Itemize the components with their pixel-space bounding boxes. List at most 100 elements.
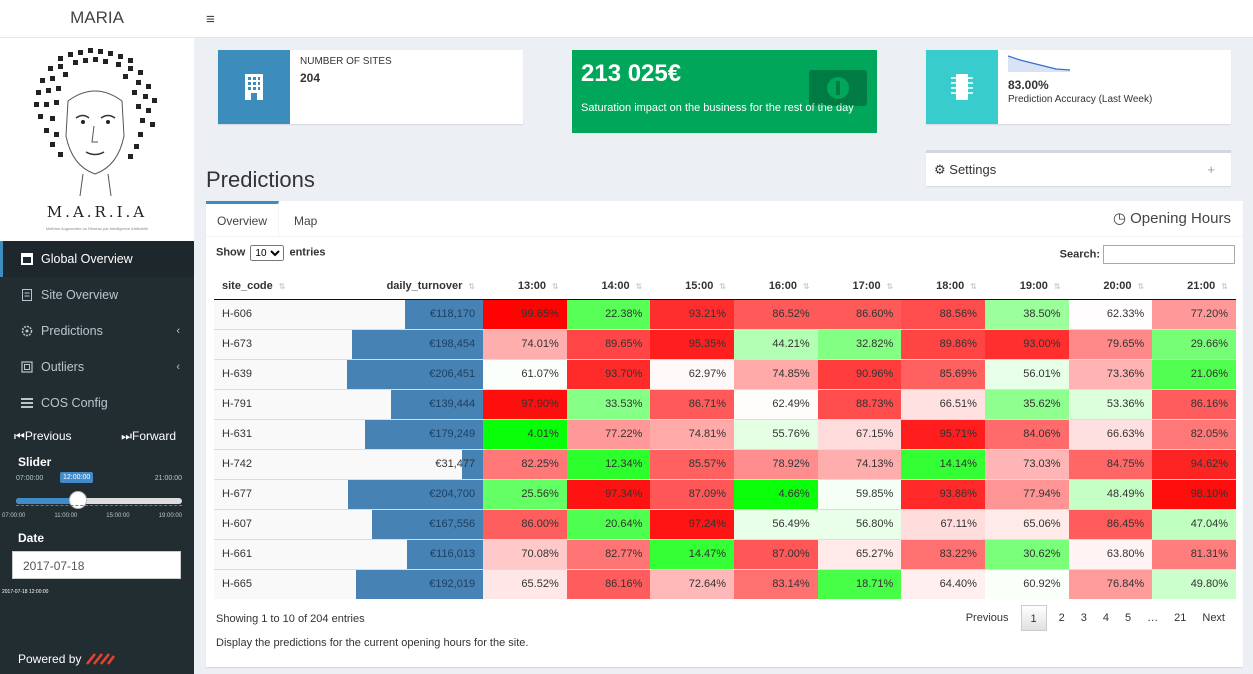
entries-control: Show 10 entries: [216, 245, 326, 261]
previous-button[interactable]: ⏮Previous: [14, 429, 72, 444]
predictions-panel: Overview Map ◷ Opening Hours Show 10 ent…: [206, 201, 1243, 667]
prediction-cell: 4.66%: [734, 478, 818, 509]
time-slider[interactable]: 07:00:00 12:00:00 21:00:00 07:00:00 11:0…: [2, 469, 182, 527]
prediction-cell: 74.81%: [650, 418, 735, 449]
column-header[interactable]: 21:00 ⇅: [1152, 273, 1236, 300]
settings-box[interactable]: ⚙ Settings +: [926, 150, 1231, 186]
prediction-cell: 86.52%: [734, 298, 818, 329]
pagination-page-button[interactable]: 4: [1095, 605, 1117, 631]
sidebar-item-predictions[interactable]: Predictions ‹: [0, 313, 194, 349]
sort-icon: ⇅: [802, 281, 810, 291]
prediction-cell: 93.70%: [566, 358, 651, 389]
sort-icon: ⇅: [1221, 281, 1228, 291]
prediction-cell: 63.80%: [1068, 538, 1153, 569]
column-header[interactable]: 17:00 ⇅: [817, 273, 902, 300]
pagination-page-button[interactable]: 1: [1020, 605, 1047, 631]
slider-grid-label: 15:00:00: [106, 513, 130, 519]
step-backward-icon: ⏮: [14, 428, 25, 443]
turnover-cell: €198,454: [334, 328, 484, 359]
table-row[interactable]: H-791 €139,444 97.90% 33.53% 86.71% 62.49% 88.…: [214, 388, 1236, 419]
column-header[interactable]: 15:00 ⇅: [650, 273, 735, 300]
expand-icon[interactable]: +: [1207, 162, 1215, 177]
prediction-cell: 83.14%: [734, 568, 818, 599]
step-forward-icon: ⏭: [121, 428, 132, 443]
prediction-cell: 97.34%: [566, 478, 651, 509]
column-header[interactable]: daily_turnover ⇅: [334, 273, 484, 300]
sidebar-item-global-overview[interactable]: Global Overview: [0, 241, 194, 277]
building-icon: [218, 50, 290, 124]
pagination-page-button[interactable]: 5: [1117, 605, 1139, 631]
prediction-cell: 84.75%: [1068, 448, 1153, 479]
table-header-row: site_code ⇅ daily_turnover ⇅ 13:00 ⇅ 14:00 ⇅ 15:…: [214, 273, 1236, 300]
brand-text: M.A.R.I.A: [46, 203, 148, 221]
clock-icon: ◷: [1112, 210, 1126, 227]
column-header[interactable]: 20:00 ⇅: [1068, 273, 1153, 300]
entries-select[interactable]: 10: [250, 245, 285, 261]
column-header[interactable]: site_code ⇅: [214, 273, 335, 300]
prediction-cell: 86.60%: [817, 298, 902, 329]
search-control: Search:: [1060, 245, 1235, 264]
sidebar-item-label: COS Config: [41, 396, 108, 410]
prediction-cell: 67.15%: [817, 418, 902, 449]
prediction-cell: 14.47%: [650, 538, 735, 569]
page-title: Predictions: [206, 167, 315, 192]
search-input[interactable]: [1103, 245, 1235, 264]
date-input[interactable]: 2017-07-18: [12, 551, 181, 579]
table-row[interactable]: H-631 €179,249 4.01% 77.22% 74.81% 55.76% 67.1…: [214, 418, 1236, 449]
forward-button[interactable]: ⏭Forward: [121, 429, 176, 444]
prediction-cell: 82.25%: [483, 448, 567, 479]
pagination-page-button[interactable]: 2: [1051, 605, 1073, 631]
prediction-cell: 81.31%: [1152, 538, 1236, 569]
prediction-cell: 47.04%: [1152, 508, 1236, 539]
turnover-cell: €167,556: [334, 508, 484, 539]
table-row[interactable]: H-607 €167,556 86.00% 20.64% 97.24% 56.49% 56.…: [214, 508, 1236, 539]
sidebar-item-cos-config[interactable]: COS Config: [0, 385, 194, 421]
column-header[interactable]: 18:00 ⇅: [901, 273, 985, 300]
prediction-cell: 20.64%: [566, 508, 651, 539]
sort-icon: ⇅: [635, 281, 643, 291]
table-row[interactable]: H-661 €116,013 70.08% 82.77% 14.47% 87.00% 65.…: [214, 538, 1236, 569]
pagination-next-button[interactable]: Next: [1194, 605, 1233, 631]
pagination-previous-button[interactable]: Previous: [958, 605, 1017, 631]
app-logo-text[interactable]: MARIA: [0, 0, 194, 38]
microchip-icon: [926, 50, 998, 124]
prediction-cell: 62.33%: [1068, 298, 1153, 329]
table-row[interactable]: H-673 €198,454 74.01% 89.65% 95.35% 44.21% 32.…: [214, 328, 1236, 359]
prediction-cell: 89.86%: [901, 328, 985, 359]
maria-portrait-icon: [34, 48, 157, 196]
predictions-table: site_code ⇅ daily_turnover ⇅ 13:00 ⇅ 14:00 ⇅ 15:…: [214, 273, 1236, 599]
pagination-page-button[interactable]: …: [1139, 605, 1166, 631]
sidebar-item-site-overview[interactable]: Site Overview: [0, 277, 194, 313]
prediction-cell: 56.49%: [734, 508, 818, 539]
sidebar: MARIA M.A.R.I.A Maîtrise Augmentée du Ré…: [0, 0, 194, 674]
column-header[interactable]: 13:00 ⇅: [483, 273, 567, 300]
pagination-page-button[interactable]: 3: [1073, 605, 1095, 631]
prediction-cell: 74.01%: [483, 328, 567, 359]
table-row[interactable]: H-742 €31,477 82.25% 12.34% 85.57% 78.92% 74.1…: [214, 448, 1236, 479]
table-row[interactable]: H-677 €204,700 25.56% 97.34% 87.09% 4.66% 59.8…: [214, 478, 1236, 509]
pagination-page-button[interactable]: 21: [1166, 605, 1194, 631]
prediction-cell: 18.71%: [817, 568, 902, 599]
sidebar-item-label: Site Overview: [41, 288, 119, 302]
accuracy-sparkline: [1008, 55, 1070, 72]
accuracy-info-box: 83.00% Prediction Accuracy (Last Week): [926, 50, 1231, 124]
prediction-cell: 61.07%: [483, 358, 567, 389]
prediction-cell: 74.13%: [817, 448, 902, 479]
tab-map[interactable]: Map: [283, 201, 328, 237]
table-row[interactable]: H-639 €206,451 61.07% 93.70% 62.97% 74.85% 90.…: [214, 358, 1236, 389]
menu-toggle-icon[interactable]: ≡: [206, 11, 215, 28]
sidebar-item-outliers[interactable]: Outliers ‹: [0, 349, 194, 385]
prediction-cell: 77.22%: [566, 418, 651, 449]
table-row[interactable]: H-606 €118,170 99.65% 22.38% 93.21% 86.52% 86.…: [214, 298, 1236, 329]
column-header[interactable]: 16:00 ⇅: [734, 273, 818, 300]
site-code-cell: H-673: [214, 328, 335, 359]
column-header[interactable]: 19:00 ⇅: [984, 273, 1069, 300]
prediction-cell: 65.27%: [817, 538, 902, 569]
sort-icon: ⇅: [970, 281, 977, 291]
tab-overview[interactable]: Overview: [206, 201, 280, 237]
site-code-cell: H-677: [214, 478, 335, 509]
table-row[interactable]: H-665 €192,019 65.52% 86.16% 72.64% 83.14% 18.…: [214, 568, 1236, 599]
site-code-cell: H-606: [214, 298, 335, 329]
column-header[interactable]: 14:00 ⇅: [566, 273, 651, 300]
prediction-cell: 95.35%: [650, 328, 735, 359]
